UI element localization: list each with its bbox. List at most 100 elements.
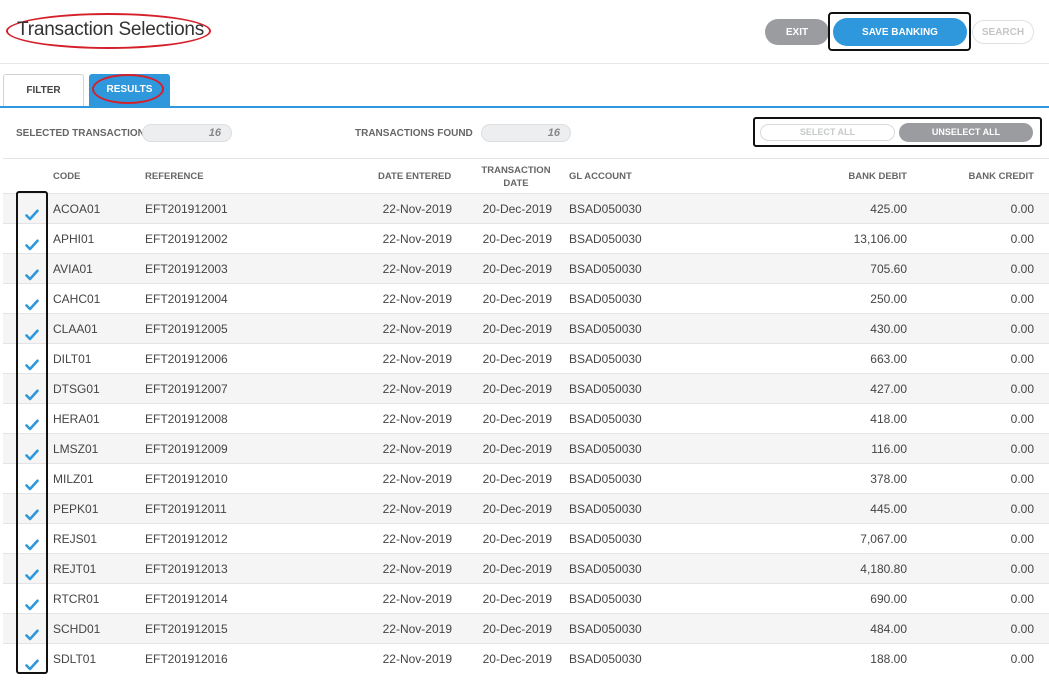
page-title-wrap: Transaction Selections <box>6 13 211 49</box>
table-row[interactable]: SCHD01 EFT201912015 22-Nov-2019 20-Dec-2… <box>3 613 1049 643</box>
column-header-code[interactable]: CODE <box>53 171 80 182</box>
tab-filter[interactable]: FILTER <box>3 74 84 107</box>
cell-transaction-date: 20-Dec-2019 <box>482 472 552 486</box>
header-divider <box>0 63 1049 64</box>
selected-transaction-value: 16 <box>142 124 232 142</box>
results-tab-highlight-ellipse <box>92 74 164 104</box>
cell-bank-debit: 4,180.80 <box>860 562 907 576</box>
cell-bank-credit: 0.00 <box>1010 652 1034 666</box>
cell-bank-credit: 0.00 <box>1010 232 1034 246</box>
table-row[interactable]: REJT01 EFT201912013 22-Nov-2019 20-Dec-2… <box>3 553 1049 583</box>
table-row[interactable]: MILZ01 EFT201912010 22-Nov-2019 20-Dec-2… <box>3 463 1049 493</box>
table-row[interactable]: CLAA01 EFT201912005 22-Nov-2019 20-Dec-2… <box>3 313 1049 343</box>
column-header-date-entered[interactable]: DATE ENTERED <box>378 171 451 182</box>
save-banking-button[interactable]: SAVE BANKING <box>833 18 967 46</box>
cell-gl-account: BSAD050030 <box>569 382 642 396</box>
table-row[interactable]: LMSZ01 EFT201912009 22-Nov-2019 20-Dec-2… <box>3 433 1049 463</box>
cell-transaction-date: 20-Dec-2019 <box>482 232 552 246</box>
column-header-bank-debit[interactable]: BANK DEBIT <box>807 171 907 182</box>
cell-transaction-date: 20-Dec-2019 <box>482 382 552 396</box>
column-header-transaction-date[interactable]: TRANSACTION DATE <box>470 164 562 190</box>
cell-bank-debit: 418.00 <box>870 412 907 426</box>
cell-reference: EFT201912011 <box>145 502 227 516</box>
cell-reference: EFT201912010 <box>145 472 228 486</box>
cell-transaction-date: 20-Dec-2019 <box>482 202 552 216</box>
column-header-gl-account[interactable]: GL ACCOUNT <box>569 171 632 182</box>
cell-gl-account: BSAD050030 <box>569 442 642 456</box>
table-row[interactable]: SDLT01 EFT201912016 22-Nov-2019 20-Dec-2… <box>3 643 1049 673</box>
table-row[interactable]: PEPK01 EFT201912011 22-Nov-2019 20-Dec-2… <box>3 493 1049 523</box>
table-row[interactable]: AVIA01 EFT201912003 22-Nov-2019 20-Dec-2… <box>3 253 1049 283</box>
cell-code: HERA01 <box>53 412 100 426</box>
select-all-button[interactable]: SELECT ALL <box>760 124 895 141</box>
cell-date-entered: 22-Nov-2019 <box>382 532 452 546</box>
cell-gl-account: BSAD050030 <box>569 472 642 486</box>
cell-code: RTCR01 <box>53 592 100 606</box>
table-row[interactable]: CAHC01 EFT201912004 22-Nov-2019 20-Dec-2… <box>3 283 1049 313</box>
cell-date-entered: 22-Nov-2019 <box>382 292 452 306</box>
cell-bank-debit: 690.00 <box>870 592 907 606</box>
exit-button[interactable]: EXIT <box>765 19 829 45</box>
cell-transaction-date: 20-Dec-2019 <box>482 322 552 336</box>
cell-reference: EFT201912006 <box>145 352 228 366</box>
cell-transaction-date: 20-Dec-2019 <box>482 622 552 636</box>
cell-gl-account: BSAD050030 <box>569 202 642 216</box>
cell-code: REJT01 <box>53 562 97 576</box>
cell-date-entered: 22-Nov-2019 <box>382 472 452 486</box>
page-title: Transaction Selections <box>17 19 205 40</box>
cell-bank-credit: 0.00 <box>1010 502 1034 516</box>
table-row[interactable]: DILT01 EFT201912006 22-Nov-2019 20-Dec-2… <box>3 343 1049 373</box>
cell-bank-debit: 378.00 <box>870 472 907 486</box>
cell-reference: EFT201912005 <box>145 322 228 336</box>
cell-bank-credit: 0.00 <box>1010 382 1034 396</box>
column-header-bank-credit[interactable]: BANK CREDIT <box>934 171 1034 182</box>
cell-transaction-date: 20-Dec-2019 <box>482 532 552 546</box>
table-row[interactable]: HERA01 EFT201912008 22-Nov-2019 20-Dec-2… <box>3 403 1049 433</box>
cell-bank-debit: 250.00 <box>870 292 907 306</box>
cell-bank-debit: 427.00 <box>870 382 907 396</box>
cell-transaction-date: 20-Dec-2019 <box>482 292 552 306</box>
column-header-transaction-date-line1: TRANSACTION <box>481 165 551 176</box>
cell-date-entered: 22-Nov-2019 <box>382 502 452 516</box>
table-row[interactable]: RTCR01 EFT201912014 22-Nov-2019 20-Dec-2… <box>3 583 1049 613</box>
cell-reference: EFT201912015 <box>145 622 228 636</box>
cell-reference: EFT201912014 <box>145 592 228 606</box>
transactions-found-label: TRANSACTIONS FOUND <box>355 128 473 139</box>
cell-code: SDLT01 <box>53 652 97 666</box>
cell-date-entered: 22-Nov-2019 <box>382 622 452 636</box>
cell-bank-credit: 0.00 <box>1010 622 1034 636</box>
cell-bank-debit: 430.00 <box>870 322 907 336</box>
cell-bank-credit: 0.00 <box>1010 202 1034 216</box>
search-button[interactable]: SEARCH <box>972 20 1034 44</box>
cell-reference: EFT201912016 <box>145 652 228 666</box>
cell-bank-debit: 188.00 <box>870 652 907 666</box>
cell-bank-credit: 0.00 <box>1010 352 1034 366</box>
cell-code: APHI01 <box>53 232 95 246</box>
unselect-all-button[interactable]: UNSELECT ALL <box>899 123 1033 142</box>
column-header-transaction-date-line2: DATE <box>503 178 529 189</box>
cell-gl-account: BSAD050030 <box>569 412 642 426</box>
cell-gl-account: BSAD050030 <box>569 322 642 336</box>
table-row[interactable]: REJS01 EFT201912012 22-Nov-2019 20-Dec-2… <box>3 523 1049 553</box>
cell-date-entered: 22-Nov-2019 <box>382 352 452 366</box>
cell-bank-debit: 7,067.00 <box>860 532 907 546</box>
cell-transaction-date: 20-Dec-2019 <box>482 502 552 516</box>
cell-bank-credit: 0.00 <box>1010 262 1034 276</box>
cell-bank-credit: 0.00 <box>1010 532 1034 546</box>
cell-code: SCHD01 <box>53 622 101 636</box>
cell-date-entered: 22-Nov-2019 <box>382 652 452 666</box>
cell-gl-account: BSAD050030 <box>569 352 642 366</box>
transactions-table-body: ACOA01 EFT201912001 22-Nov-2019 20-Dec-2… <box>3 193 1049 673</box>
table-row[interactable]: DTSG01 EFT201912007 22-Nov-2019 20-Dec-2… <box>3 373 1049 403</box>
column-header-reference[interactable]: REFERENCE <box>145 171 204 182</box>
cell-transaction-date: 20-Dec-2019 <box>482 652 552 666</box>
cell-transaction-date: 20-Dec-2019 <box>482 442 552 456</box>
cell-reference: EFT201912004 <box>145 292 228 306</box>
cell-reference: EFT201912003 <box>145 262 228 276</box>
table-top-divider <box>3 158 1049 159</box>
cell-transaction-date: 20-Dec-2019 <box>482 412 552 426</box>
cell-bank-debit: 425.00 <box>870 202 907 216</box>
cell-date-entered: 22-Nov-2019 <box>382 562 452 576</box>
table-row[interactable]: ACOA01 EFT201912001 22-Nov-2019 20-Dec-2… <box>3 193 1049 223</box>
table-row[interactable]: APHI01 EFT201912002 22-Nov-2019 20-Dec-2… <box>3 223 1049 253</box>
